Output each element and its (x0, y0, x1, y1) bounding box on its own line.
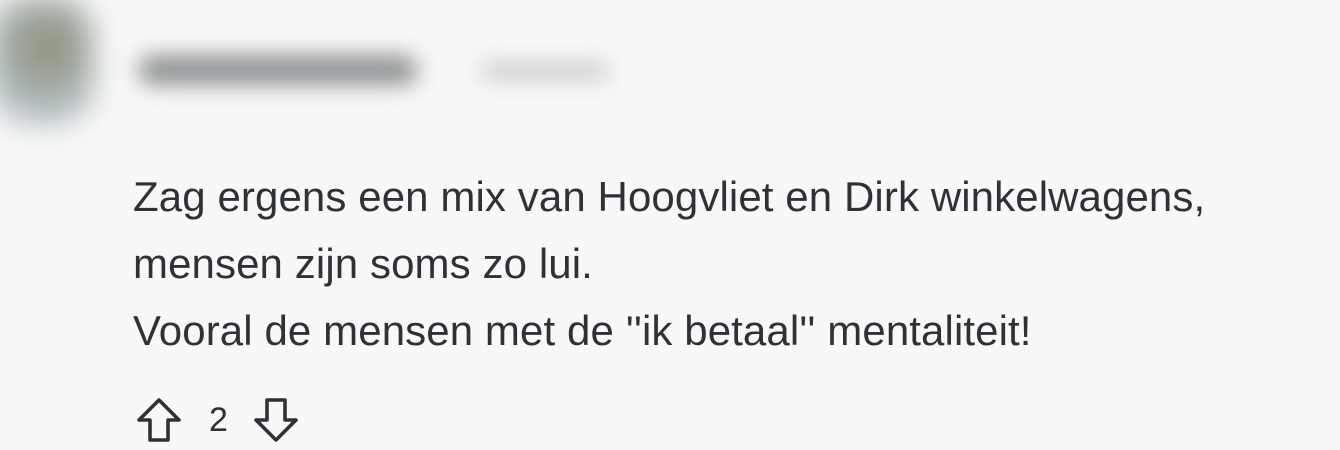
comment-author[interactable] (138, 55, 418, 85)
comment-body-line: Zag ergens een mix van Hoogvliet en Dirk… (133, 173, 1206, 220)
downvote-button[interactable] (250, 394, 302, 446)
comment-body: Zag ergens een mix van Hoogvliet en Dirk… (133, 163, 1338, 364)
arrow-down-icon (254, 398, 298, 442)
upvote-button[interactable] (133, 394, 185, 446)
comment-timestamp (480, 60, 610, 82)
avatar[interactable] (0, 0, 94, 126)
comment: Zag ergens een mix van Hoogvliet en Dirk… (0, 0, 1340, 450)
vote-actions: 2 (133, 392, 302, 448)
comment-body-line: mensen zijn soms zo lui. (133, 240, 593, 287)
vote-score: 2 (209, 401, 228, 439)
comment-body-line: Vooral de mensen met de ''ik betaal'' me… (133, 307, 1032, 354)
arrow-up-icon (137, 398, 181, 442)
